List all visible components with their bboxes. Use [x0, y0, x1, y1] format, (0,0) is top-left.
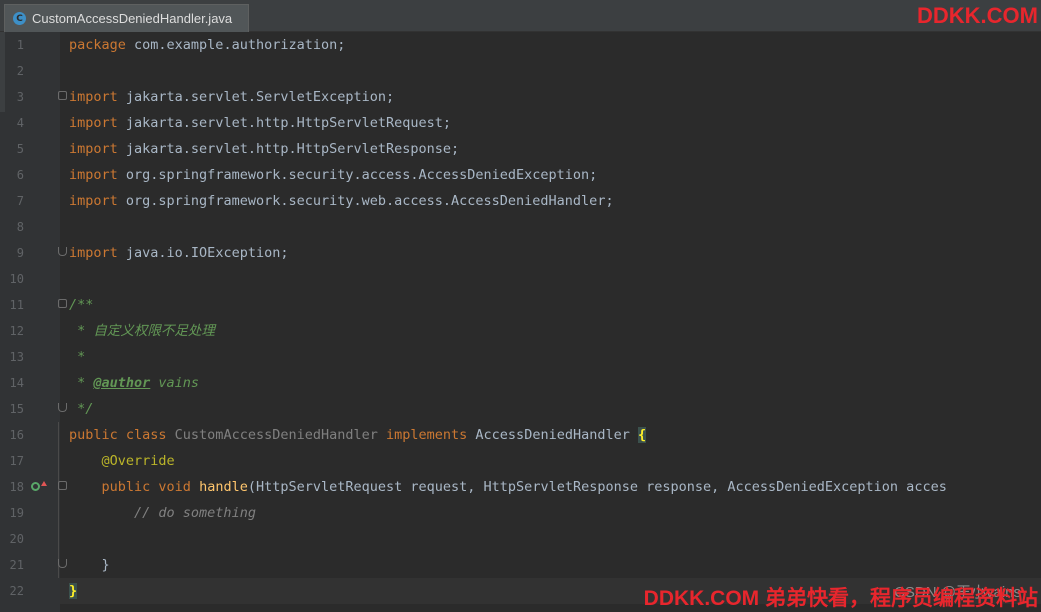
override-arrow-icon[interactable]: [41, 481, 47, 486]
code-line-5[interactable]: import jakarta.servlet.http.HttpServletR…: [69, 136, 459, 162]
fold-method-icon[interactable]: [58, 481, 67, 490]
code-line-19[interactable]: // do something: [69, 500, 256, 526]
line-number[interactable]: 1: [0, 32, 24, 58]
tab-custom-access-denied-handler[interactable]: C CustomAccessDeniedHandler.java: [4, 4, 249, 32]
line-number[interactable]: 20: [0, 526, 24, 552]
line-number[interactable]: 5: [0, 136, 24, 162]
line-number[interactable]: 9: [0, 240, 24, 266]
fold-javadoc-end-icon[interactable]: [58, 403, 67, 412]
code-line-17[interactable]: @Override: [69, 448, 175, 474]
class-c-icon: C: [13, 12, 26, 25]
code-line-15[interactable]: */: [69, 396, 93, 422]
line-number[interactable]: 6: [0, 162, 24, 188]
code-line-3[interactable]: import jakarta.servlet.ServletException;: [69, 84, 394, 110]
line-number[interactable]: 15: [0, 396, 24, 422]
line-number[interactable]: 2: [0, 58, 24, 84]
code-line-12[interactable]: * 自定义权限不足处理: [69, 318, 215, 344]
line-number[interactable]: 7: [0, 188, 24, 214]
code-line-13[interactable]: *: [69, 344, 85, 370]
line-number[interactable]: 16: [0, 422, 24, 448]
watermark-bottom: DDKK.COM 弟弟快看，程序员编程资料站: [643, 587, 1038, 610]
fold-imports-icon[interactable]: [58, 91, 67, 100]
line-number[interactable]: 4: [0, 110, 24, 136]
line-number[interactable]: 8: [0, 214, 24, 240]
code-line-14[interactable]: * @author vains: [69, 370, 199, 396]
code-line-21[interactable]: }: [69, 552, 110, 578]
code-line-7[interactable]: import org.springframework.security.web.…: [69, 188, 614, 214]
line-number[interactable]: 17: [0, 448, 24, 474]
code-line-16[interactable]: public class CustomAccessDeniedHandler i…: [69, 422, 647, 448]
code-line-6[interactable]: import org.springframework.security.acce…: [69, 162, 597, 188]
code-line-1[interactable]: package com.example.authorization;: [69, 32, 345, 58]
fold-javadoc-icon[interactable]: [58, 299, 67, 308]
line-number[interactable]: 19: [0, 500, 24, 526]
code-line-11[interactable]: /**: [69, 292, 93, 318]
line-number[interactable]: 22: [0, 578, 24, 604]
line-number[interactable]: 10: [0, 266, 24, 292]
line-number[interactable]: 14: [0, 370, 24, 396]
line-number[interactable]: 21: [0, 552, 24, 578]
line-number[interactable]: 11: [0, 292, 24, 318]
fold-imports-end-icon[interactable]: [58, 247, 67, 256]
line-number[interactable]: 18: [0, 474, 24, 500]
line-number[interactable]: 3: [0, 84, 24, 110]
code-line-22[interactable]: }: [69, 578, 78, 604]
code-line-9[interactable]: import java.io.IOException;: [69, 240, 288, 266]
indent-guide: [58, 422, 59, 578]
code-line-18[interactable]: public void handle(HttpServletRequest re…: [69, 474, 947, 500]
editor-tab-bar: C CustomAccessDeniedHandler.java DDKK.CO…: [0, 0, 1041, 32]
tab-label: CustomAccessDeniedHandler.java: [32, 11, 233, 26]
implements-method-icon[interactable]: [31, 482, 40, 491]
fold-method-end-icon[interactable]: [58, 559, 67, 568]
line-number[interactable]: 13: [0, 344, 24, 370]
code-line-4[interactable]: import jakarta.servlet.http.HttpServletR…: [69, 110, 451, 136]
watermark-top: DDKK.COM: [917, 3, 1038, 28]
line-number[interactable]: 12: [0, 318, 24, 344]
